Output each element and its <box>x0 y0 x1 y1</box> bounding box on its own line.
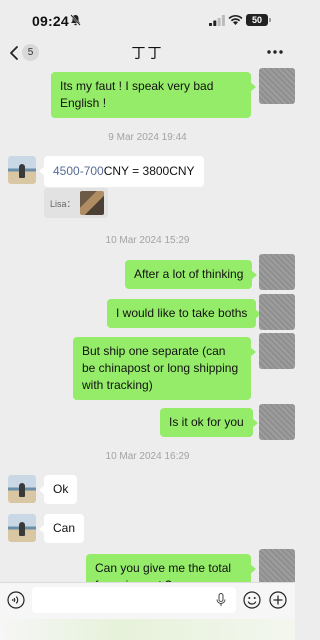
emoji-icon[interactable] <box>243 591 261 609</box>
outgoing-message[interactable]: But ship one separate (can be chinapost … <box>73 337 256 400</box>
more-options-icon[interactable] <box>265 46 285 58</box>
plus-icon[interactable] <box>269 591 287 609</box>
message-list[interactable]: Its my faut ! I speak very bad English !… <box>0 68 295 582</box>
my-avatar[interactable] <box>259 549 295 582</box>
chat-header: 5 丁丁 <box>0 38 295 68</box>
outgoing-message[interactable]: After a lot of thinking <box>125 260 258 289</box>
my-avatar[interactable] <box>259 333 295 369</box>
timestamp: 10 Mar 2024 15:29 <box>105 235 190 246</box>
contact-avatar[interactable] <box>8 514 36 542</box>
outgoing-message[interactable]: Can you give me the total for paiement ? <box>86 554 256 582</box>
outgoing-message[interactable]: I would like to take boths <box>107 299 262 328</box>
battery-indicator: 50 <box>246 14 271 26</box>
quote-image-thumbnail[interactable] <box>80 191 104 215</box>
outgoing-message[interactable]: Its my faut ! I speak very bad English ! <box>51 72 256 118</box>
chat-title: 丁丁 <box>131 45 164 61</box>
phone-number-link[interactable]: 4500-700 <box>53 164 104 178</box>
incoming-message[interactable]: Can <box>38 514 85 543</box>
contact-avatar[interactable] <box>8 156 36 184</box>
my-avatar[interactable] <box>259 68 295 104</box>
incoming-message[interactable]: 4500-700CNY = 3800CNY <box>39 156 204 187</box>
status-time: 09:24 <box>32 13 69 29</box>
timestamp: 9 Mar 2024 19:44 <box>108 132 187 143</box>
incoming-message[interactable]: Ok <box>38 475 78 504</box>
contact-avatar[interactable] <box>8 475 36 503</box>
cellular-signal-icon <box>209 15 225 26</box>
outgoing-message[interactable]: Is it ok for you <box>160 408 258 437</box>
message-text: Can you give me the total for paiement ? <box>95 561 232 582</box>
my-avatar[interactable] <box>259 404 295 440</box>
message-text: Can <box>53 521 76 535</box>
voice-message-icon[interactable] <box>7 591 25 609</box>
microphone-icon[interactable] <box>216 593 226 607</box>
message-text: Ok <box>53 482 69 496</box>
message-text: Is it ok for you <box>169 415 244 429</box>
timestamp: 10 Mar 2024 16:29 <box>105 451 190 462</box>
quoted-message[interactable]: Lisa： <box>44 188 108 218</box>
my-avatar[interactable] <box>259 254 295 290</box>
message-text: Its my faut ! I speak very bad English ! <box>60 79 214 110</box>
wifi-icon <box>228 14 243 25</box>
message-text: CNY = 3800CNY <box>103 164 195 178</box>
bell-slash-icon <box>70 14 81 26</box>
message-text: I would like to take boths <box>116 306 248 320</box>
message-text-input[interactable] <box>32 587 236 613</box>
message-input-bar <box>0 582 295 640</box>
status-bar: 09:24 50 <box>0 0 295 38</box>
quote-author: Lisa： <box>50 199 76 209</box>
message-text: After a lot of thinking <box>134 267 244 281</box>
my-avatar[interactable] <box>259 294 295 330</box>
message-text: But ship one separate (can be chinapost … <box>82 344 239 392</box>
bottom-safe-area <box>0 619 295 640</box>
